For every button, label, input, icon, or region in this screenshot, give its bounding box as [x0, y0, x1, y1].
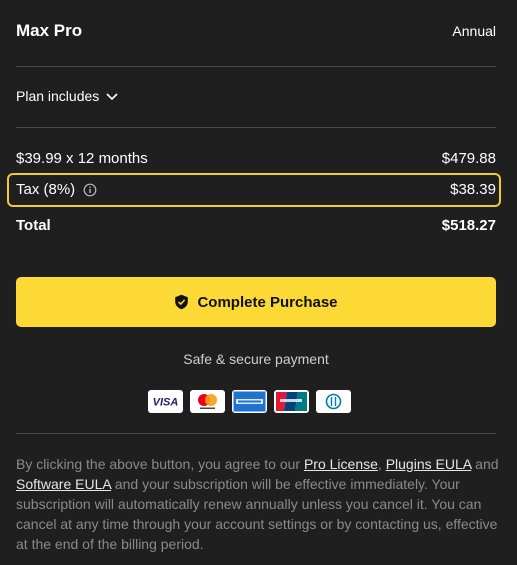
- divider: [16, 66, 496, 67]
- legal-text-part: and: [471, 456, 499, 472]
- legal-text-part: ,: [377, 456, 386, 472]
- tax-row: Tax (8%) $38.39: [16, 181, 496, 198]
- plan-header: Max Pro Annual: [16, 21, 496, 41]
- plan-includes-toggle[interactable]: Plan includes: [16, 88, 119, 104]
- checkout-summary: Max Pro Annual Plan includes $39.99 x 12…: [0, 0, 517, 565]
- mastercard-icon: [190, 390, 225, 413]
- pro-license-link[interactable]: Pro License: [304, 456, 378, 472]
- tax-label: Tax (8%): [16, 181, 76, 198]
- unionpay-card-icon: [274, 390, 309, 413]
- divider: [16, 433, 496, 434]
- complete-purchase-label: Complete Purchase: [197, 293, 338, 311]
- total-label: Total: [16, 217, 51, 234]
- complete-purchase-button[interactable]: Complete Purchase: [16, 277, 496, 327]
- software-eula-link[interactable]: Software EULA: [16, 476, 111, 492]
- tax-value: $38.39: [450, 181, 496, 198]
- total-row: Total $518.27: [16, 217, 496, 234]
- subtotal-row: $39.99 x 12 months $479.88: [16, 150, 496, 167]
- billing-term: Annual: [452, 23, 496, 39]
- divider: [16, 127, 496, 128]
- secure-payment-text: Safe & secure payment: [183, 351, 329, 367]
- plan-includes-label: Plan includes: [16, 88, 100, 104]
- svg-text:VISA: VISA: [153, 397, 179, 409]
- shield-check-icon: [175, 294, 189, 310]
- plan-name: Max Pro: [16, 21, 83, 40]
- payment-methods: VISA: [148, 390, 351, 413]
- info-icon[interactable]: [83, 183, 97, 197]
- subtotal-label: $39.99 x 12 months: [16, 150, 148, 167]
- legal-text-part: By clicking the above button, you agree …: [16, 456, 304, 472]
- subtotal-value: $479.88: [441, 150, 496, 167]
- total-value: $518.27: [441, 217, 496, 234]
- diners-club-card-icon: [316, 390, 351, 413]
- amex-card-icon: [232, 390, 267, 413]
- legal-text: By clicking the above button, you agree …: [16, 454, 501, 554]
- plugins-eula-link[interactable]: Plugins EULA: [386, 456, 472, 472]
- chevron-down-icon: [106, 93, 118, 101]
- tax-label-group: Tax (8%): [16, 181, 97, 198]
- visa-card-icon: VISA: [148, 390, 183, 413]
